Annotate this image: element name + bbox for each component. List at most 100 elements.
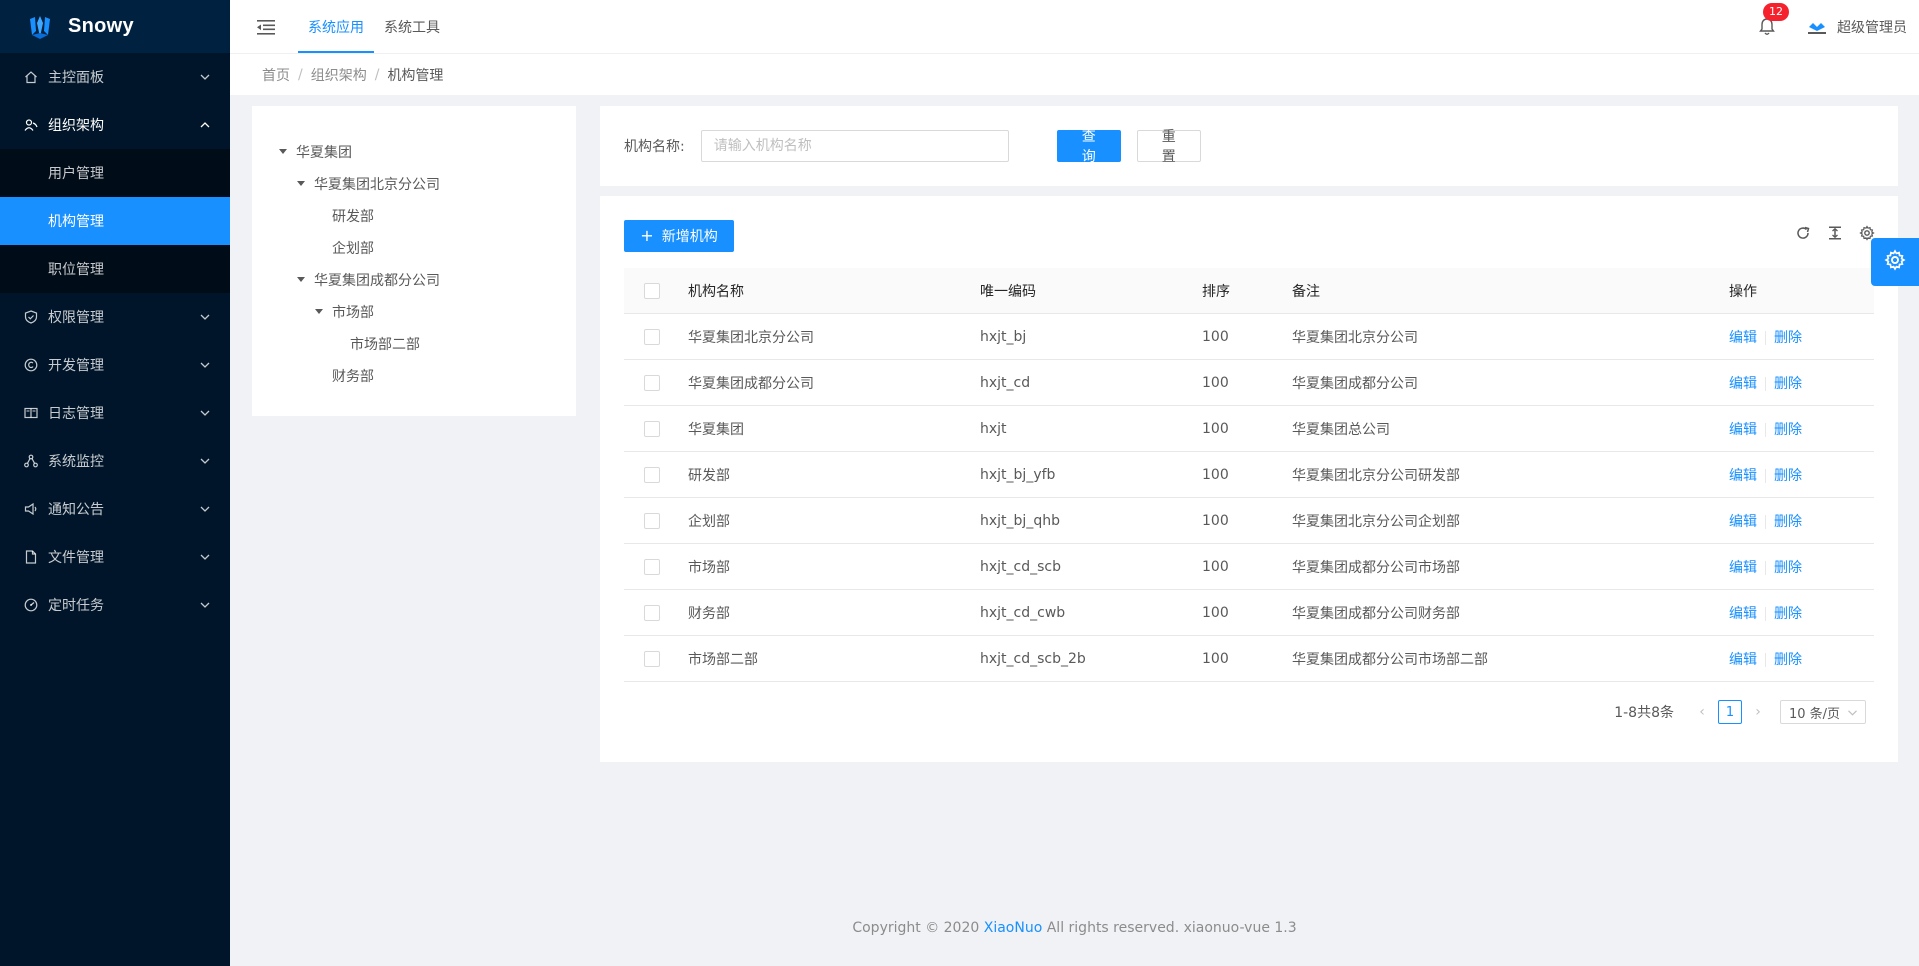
- sidebar-item-2[interactable]: 权限管理: [0, 293, 230, 341]
- cell-sort: 100: [1202, 420, 1229, 437]
- sidebar-item-7[interactable]: 文件管理: [0, 533, 230, 581]
- edit-link[interactable]: 编辑: [1729, 606, 1757, 622]
- caret-down-icon[interactable]: [292, 277, 310, 283]
- org-table-card: + 新增机构 机构名称 唯一编码 排序 备注 操作 华夏集团北京分公司 hxjt_…: [600, 196, 1898, 762]
- cell-actions: 编辑 删除: [1721, 557, 1871, 577]
- sidebar-item-8[interactable]: 定时任务: [0, 581, 230, 629]
- tab-system-apps[interactable]: 系统应用: [298, 0, 374, 53]
- caret-down-icon[interactable]: [310, 309, 328, 315]
- tree-node-label[interactable]: 企划部: [332, 238, 374, 258]
- edit-link[interactable]: 编辑: [1729, 652, 1757, 668]
- tree-node-label[interactable]: 市场部: [332, 302, 374, 322]
- dashboard-icon: [24, 598, 38, 612]
- delete-link[interactable]: 删除: [1774, 606, 1802, 622]
- delete-link[interactable]: 删除: [1774, 560, 1802, 576]
- page-size-select[interactable]: 10 条/页: [1780, 700, 1866, 724]
- avatar[interactable]: [1805, 15, 1829, 39]
- chevron-up-icon: [200, 120, 210, 130]
- edit-link[interactable]: 编辑: [1729, 514, 1757, 530]
- sidebar-group: 组织架构 用户管理 机构管理 职位管理: [0, 101, 230, 293]
- tree-node-label[interactable]: 华夏集团北京分公司: [314, 174, 440, 194]
- tree-node[interactable]: 市场部二部: [252, 328, 576, 360]
- tab-system-tools[interactable]: 系统工具: [374, 0, 450, 53]
- cell-actions: 编辑 删除: [1721, 649, 1871, 669]
- delete-link[interactable]: 删除: [1774, 422, 1802, 438]
- search-form: 机构名称: 查 询 重 置: [600, 106, 1898, 186]
- tree-node[interactable]: 华夏集团: [252, 136, 576, 168]
- add-org-button[interactable]: + 新增机构: [624, 220, 734, 252]
- sidebar-item-4[interactable]: 日志管理: [0, 389, 230, 437]
- tree-node-label[interactable]: 华夏集团成都分公司: [314, 270, 440, 290]
- edit-link[interactable]: 编辑: [1729, 468, 1757, 484]
- notification-bell-icon[interactable]: 12: [1757, 2, 1789, 37]
- sidebar-item-6[interactable]: 通知公告: [0, 485, 230, 533]
- breadcrumb-home[interactable]: 首页: [262, 65, 290, 85]
- edit-link[interactable]: 编辑: [1729, 330, 1757, 346]
- row-checkbox[interactable]: [644, 420, 660, 437]
- action-divider: [1765, 514, 1766, 529]
- sidebar-subitem-1[interactable]: 机构管理: [0, 197, 230, 245]
- next-page-icon[interactable]: ›: [1748, 704, 1768, 720]
- page-number[interactable]: 1: [1718, 700, 1742, 724]
- reload-icon[interactable]: [1794, 224, 1812, 242]
- edit-link[interactable]: 编辑: [1729, 376, 1757, 392]
- select-all-checkbox[interactable]: [644, 282, 660, 299]
- username[interactable]: 超级管理员: [1837, 17, 1907, 37]
- edit-link[interactable]: 编辑: [1729, 422, 1757, 438]
- row-checkbox[interactable]: [644, 558, 660, 575]
- org-name-input[interactable]: [700, 130, 1009, 162]
- row-checkbox[interactable]: [644, 374, 660, 391]
- footer-brand-link[interactable]: XiaoNuo: [984, 920, 1043, 936]
- tree-node[interactable]: 企划部: [252, 232, 576, 264]
- col-header-action: 操作: [1729, 283, 1757, 300]
- sidebar-item-0[interactable]: 主控面板: [0, 53, 230, 101]
- cell-name: 市场部: [688, 559, 730, 576]
- delete-link[interactable]: 删除: [1774, 514, 1802, 530]
- tree-node-label[interactable]: 华夏集团: [296, 142, 352, 162]
- table-tools: [1780, 224, 1876, 242]
- edit-link[interactable]: 编辑: [1729, 560, 1757, 576]
- chevron-down-icon: [200, 408, 210, 418]
- logo[interactable]: Snowy: [0, 0, 230, 53]
- action-divider: [1765, 376, 1766, 391]
- row-checkbox[interactable]: [644, 604, 660, 621]
- caret-down-icon[interactable]: [292, 181, 310, 187]
- tree-node[interactable]: 华夏集团成都分公司: [252, 264, 576, 296]
- delete-link[interactable]: 删除: [1774, 468, 1802, 484]
- delete-link[interactable]: 删除: [1774, 652, 1802, 668]
- theme-setting-button[interactable]: [1871, 238, 1919, 286]
- breadcrumb-org[interactable]: 组织架构: [311, 65, 367, 85]
- sidebar-group: 定时任务: [0, 581, 230, 629]
- column-height-icon[interactable]: [1826, 224, 1844, 242]
- delete-link[interactable]: 删除: [1774, 330, 1802, 346]
- sidebar-subitem-0[interactable]: 用户管理: [0, 149, 230, 197]
- header-right: 12 超级管理员: [1757, 0, 1907, 53]
- table-row: 市场部 hxjt_cd_scb 100 华夏集团成都分公司市场部 编辑 删除: [624, 544, 1874, 590]
- tree-node-label[interactable]: 财务部: [332, 366, 374, 386]
- menu-fold-icon[interactable]: [254, 15, 278, 39]
- sidebar-subitem-2[interactable]: 职位管理: [0, 245, 230, 293]
- cell-sort: 100: [1202, 466, 1229, 483]
- tree-node[interactable]: 市场部: [252, 296, 576, 328]
- caret-down-icon[interactable]: [274, 149, 292, 155]
- tree-node[interactable]: 华夏集团北京分公司: [252, 168, 576, 200]
- reset-button[interactable]: 重 置: [1136, 129, 1201, 165]
- tree-node[interactable]: 研发部: [252, 200, 576, 232]
- sidebar-item-1[interactable]: 组织架构: [0, 101, 230, 149]
- action-divider: [1765, 606, 1766, 621]
- action-divider: [1765, 560, 1766, 575]
- row-checkbox[interactable]: [644, 328, 660, 345]
- delete-link[interactable]: 删除: [1774, 376, 1802, 392]
- row-checkbox[interactable]: [644, 650, 660, 667]
- tree-node[interactable]: 财务部: [252, 360, 576, 392]
- tree-node-label[interactable]: 市场部二部: [350, 334, 420, 354]
- row-select-cell: [624, 374, 680, 391]
- query-button[interactable]: 查 询: [1056, 129, 1121, 165]
- row-checkbox[interactable]: [644, 466, 660, 483]
- sidebar-item-5[interactable]: 系统监控: [0, 437, 230, 485]
- prev-page-icon[interactable]: ‹: [1692, 704, 1712, 720]
- tree-node-label[interactable]: 研发部: [332, 206, 374, 226]
- sidebar-item-3[interactable]: 开发管理: [0, 341, 230, 389]
- row-checkbox[interactable]: [644, 512, 660, 529]
- file-icon: [24, 550, 38, 564]
